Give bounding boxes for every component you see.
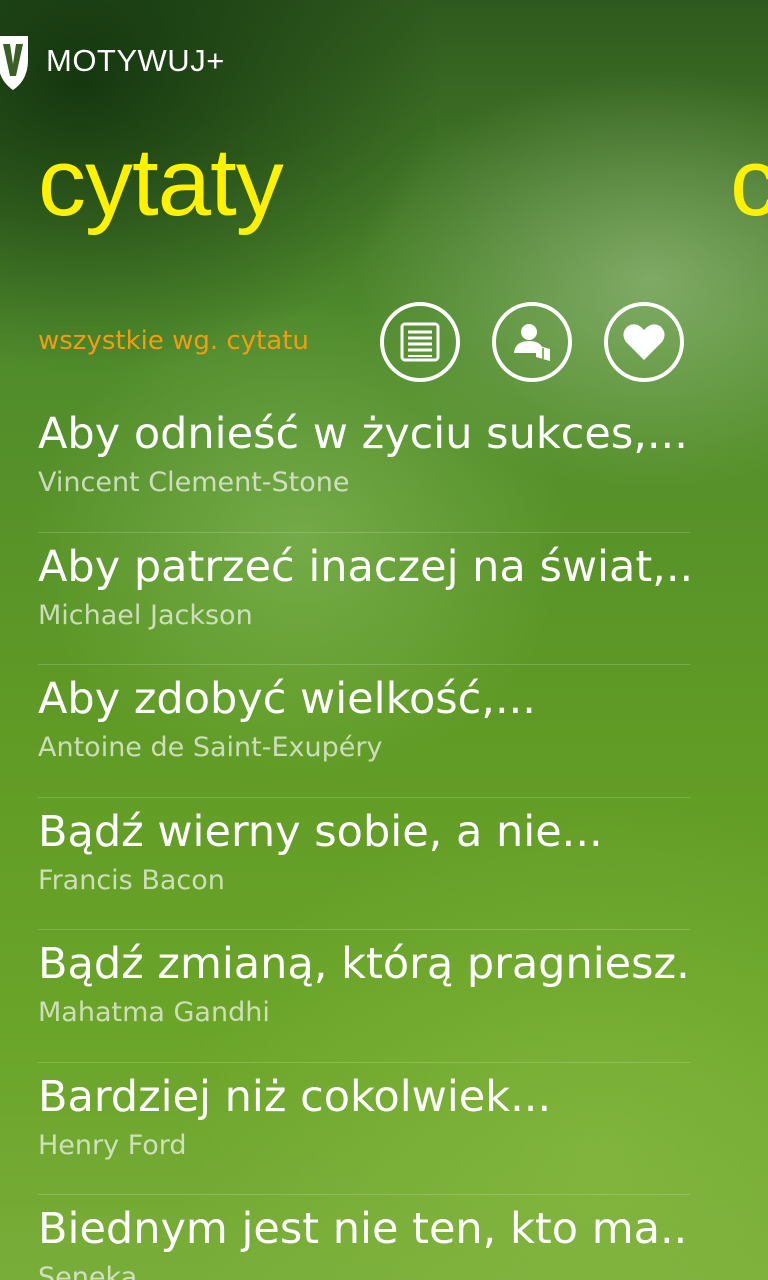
favorites-button[interactable] [604,302,684,382]
quote-author: Henry Ford [38,1129,187,1161]
quote-author: Seneka [38,1262,138,1280]
quote-author: Vincent Clement-Stone [38,467,350,498]
sort-by-author-button[interactable] [492,302,572,382]
quote-text: Aby zdobyć wielkość,... [38,674,536,724]
quote-text: Bądź wierny sobie, a nie... [38,806,603,857]
quote-list-item[interactable]: Bardziej niż cokolwiek... Henry Ford [38,1063,690,1195]
quote-text: Bardziej niż cokolwiek... [38,1071,552,1122]
pivot-header-next[interactable]: c [730,128,768,238]
app-header: MOTYWUJ+ [0,26,225,96]
quote-text: Aby patrzeć inaczej na świat,... [38,541,690,592]
quote-list-item[interactable]: Bądź wierny sobie, a nie... Francis Baco… [38,798,690,930]
quote-author: Michael Jackson [38,599,253,631]
quote-text: Aby odnieść w życiu sukces,... [38,409,688,459]
quote-list: Aby odnieść w życiu sukces,... Vincent C… [38,400,690,1280]
quote-author: Antoine de Saint-Exupéry [38,732,383,763]
sort-filter-label[interactable]: wszystkie wg. cytatu [38,326,309,356]
person-icon [514,324,550,361]
sort-by-quote-button[interactable] [380,302,460,382]
quote-text: Bądź zmianą, którą pragniesz... [38,939,690,989]
shield-logo-icon [0,36,28,90]
quote-text: Biednym jest nie ten, kto ma... [38,1204,690,1254]
quote-list-item[interactable]: Bądź zmianą, którą pragniesz... Mahatma … [38,930,690,1063]
quote-author: Mahatma Gandhi [38,997,270,1028]
quote-list-item[interactable]: Aby patrzeć inaczej na świat,... Michael… [38,533,690,665]
heart-icon [623,324,665,360]
quote-list-item[interactable]: Aby zdobyć wielkość,... Antoine de Saint… [38,665,690,798]
quote-author: Francis Bacon [38,864,225,896]
app-title: MOTYWUJ+ [46,43,225,78]
quote-list-item[interactable]: Aby odnieść w życiu sukces,... Vincent C… [38,400,690,533]
list-icon [400,322,440,362]
pivot-header-current[interactable]: cytaty [38,128,284,238]
quote-list-item[interactable]: Biednym jest nie ten, kto ma... Seneka [38,1195,690,1280]
